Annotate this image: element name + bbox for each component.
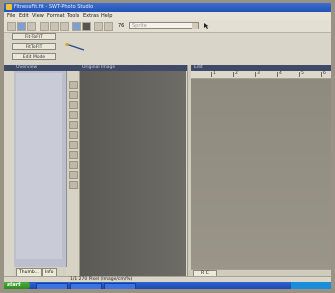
tool-icon[interactable] [69,121,78,129]
ruler-label: 2 [235,71,238,76]
tool-icon[interactable] [69,111,78,119]
taskbar-item[interactable] [70,283,102,289]
overview-panel[interactable] [14,71,67,267]
new-icon[interactable] [7,22,16,31]
tool-icon[interactable] [69,101,78,109]
menu-extras[interactable]: Extras [83,13,99,19]
taskbar-item[interactable] [104,283,136,289]
chevron-down-icon[interactable] [192,23,198,29]
ruler-label: 1 [213,71,216,76]
left-panel-tabs: Thumb... Info [14,267,66,277]
taskbar-item[interactable] [36,283,68,289]
tool-icon[interactable] [69,161,78,169]
tool-icon[interactable] [69,151,78,159]
middle-panel-header: Original Image [82,65,116,70]
combo-value: Sprite [132,23,147,29]
menu-format[interactable]: Format [47,13,65,19]
menu-view[interactable]: View [32,13,44,19]
ruler-label: 3 [257,71,260,76]
redo-icon[interactable] [82,22,91,31]
copy-icon[interactable] [50,22,59,31]
zoom-label: 76 [118,23,125,29]
menu-tools[interactable]: Tools [67,13,79,19]
overview-list[interactable] [16,73,62,259]
cut-icon[interactable] [40,22,49,31]
pen-tool-icon[interactable] [64,42,86,52]
start-button[interactable]: start [4,282,30,289]
mode-buttons: Fit-ToFIT FitToFIT Edit Mode [8,32,62,64]
pointer-icon[interactable] [204,23,210,29]
paste-icon[interactable] [60,22,69,31]
tool-icon[interactable] [69,131,78,139]
fit-button[interactable]: Fit-ToFIT [12,33,56,40]
ruler-label: 5 [301,71,304,76]
fit-to-button[interactable]: FitToFIT [12,43,56,50]
taskbar: start [4,282,331,289]
menu-file[interactable]: File [7,13,15,19]
save-icon[interactable] [27,22,36,31]
ruler-label: 6 [323,71,326,76]
ruler-label: 4 [279,71,282,76]
title-bar: FitnessFit.fit - SWT-Photo Studio [4,3,331,12]
vertical-toolbox [67,71,80,276]
menu-edit[interactable]: Edit [19,13,29,19]
system-tray [291,282,331,289]
sprite-combo[interactable]: Sprite [129,22,199,29]
horizontal-ruler: 1 2 3 4 5 6 [191,71,331,79]
edit-mode-button[interactable]: Edit Mode [12,53,56,60]
menu-help[interactable]: Help [101,13,112,19]
menu-bar: File Edit View Format Tools Extras Help [4,12,331,20]
photo-frame: FitnessFit.fit - SWT-Photo Studio File E… [0,0,335,293]
left-panel-header: Overview [16,65,38,70]
tool-icon[interactable] [69,141,78,149]
tool-icon[interactable] [69,181,78,189]
app-icon [6,4,12,10]
tool-icon[interactable] [69,171,78,179]
zoom-icon[interactable] [104,22,113,31]
screen: FitnessFit.fit - SWT-Photo Studio File E… [4,3,331,289]
original-image-canvas[interactable] [80,71,186,276]
right-panel-header: Edit [194,65,203,70]
window-title: FitnessFit.fit - SWT-Photo Studio [14,4,94,10]
tool-icon[interactable] [69,81,78,89]
open-icon[interactable] [17,22,26,31]
undo-icon[interactable] [72,22,81,31]
print-icon[interactable] [94,22,103,31]
tool-icon[interactable] [69,91,78,99]
edit-canvas[interactable] [191,71,331,269]
